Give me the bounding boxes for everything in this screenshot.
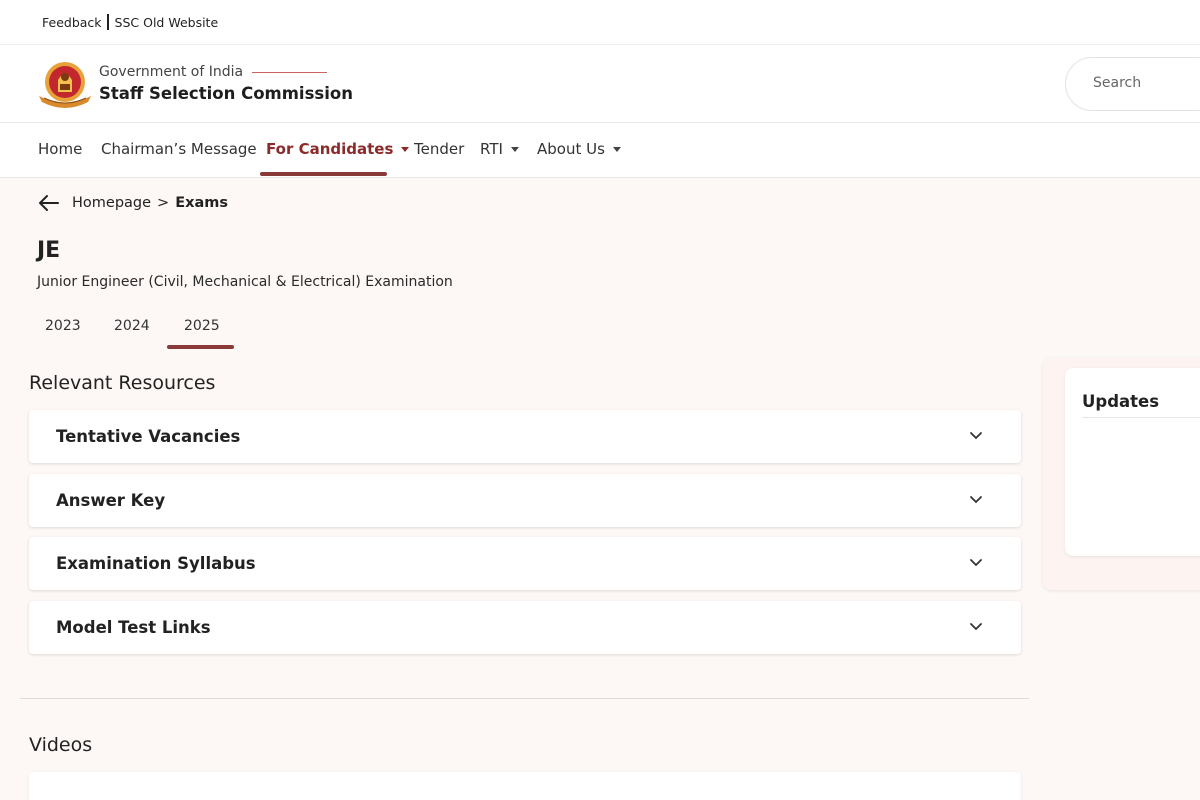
nav-item-about-us[interactable]: About Us xyxy=(537,140,621,158)
caret-down-icon xyxy=(401,146,410,152)
page-title: JE xyxy=(37,238,61,263)
tab-year-2023[interactable]: 2023 xyxy=(45,318,81,334)
top-bar: Feedback SSC Old Website xyxy=(0,0,1200,45)
page-subtitle: Junior Engineer (Civil, Mechanical & Ele… xyxy=(37,274,453,290)
caret-down-icon xyxy=(612,146,621,152)
chevron-down-icon[interactable] xyxy=(969,431,983,441)
chevron-down-icon[interactable] xyxy=(969,495,983,505)
back-arrow-icon[interactable] xyxy=(38,194,60,212)
ssc-old-website-link[interactable]: SSC Old Website xyxy=(115,15,219,30)
nav-item-label: Chairman’s Message xyxy=(101,140,257,158)
active-year-indicator xyxy=(167,345,234,349)
breadcrumb: Homepage > Exams xyxy=(38,194,228,212)
nav-item-label: About Us xyxy=(537,140,605,158)
videos-heading: Videos xyxy=(29,734,93,756)
nav-item-label: Tender xyxy=(414,140,465,158)
nav-item-label: RTI xyxy=(480,140,503,158)
accordion-answer-key[interactable]: Answer Key xyxy=(29,474,1021,527)
tab-year-2025[interactable]: 2025 xyxy=(184,318,220,334)
accordion-model-test-links[interactable]: Model Test Links xyxy=(29,601,1021,654)
nav-item-chairmans-message[interactable]: Chairman’s Message xyxy=(101,140,257,158)
breadcrumb-separator: > xyxy=(157,195,170,211)
accordion-label: Examination Syllabus xyxy=(56,554,256,573)
national-emblem-logo[interactable] xyxy=(36,58,94,112)
accordion-label: Answer Key xyxy=(56,491,166,510)
accordion-tentative-vacancies[interactable]: Tentative Vacancies xyxy=(29,410,1021,463)
breadcrumb-homepage-link[interactable]: Homepage xyxy=(72,195,151,211)
site-header: Government of India Staff Selection Comm… xyxy=(0,45,1200,123)
nav-item-rti[interactable]: RTI xyxy=(480,140,519,158)
gov-label-row: Government of India xyxy=(99,64,328,80)
caret-down-icon xyxy=(510,146,519,152)
chevron-down-icon[interactable] xyxy=(969,622,983,632)
updates-heading: Updates xyxy=(1082,392,1160,411)
updates-panel: Updates xyxy=(1065,368,1200,556)
top-links: Feedback SSC Old Website xyxy=(42,14,218,30)
top-link-divider xyxy=(106,14,109,30)
main-nav: Home Chairman’s Message For Candidates T… xyxy=(0,123,1200,178)
accordion-examination-syllabus[interactable]: Examination Syllabus xyxy=(29,537,1021,590)
search-input[interactable] xyxy=(1093,75,1200,91)
nav-item-tender[interactable]: Tender xyxy=(414,140,464,158)
nav-item-for-candidates[interactable]: For Candidates xyxy=(266,140,410,158)
breadcrumb-current: Exams xyxy=(175,195,228,211)
feedback-link[interactable]: Feedback xyxy=(42,15,102,30)
nav-item-home[interactable]: Home xyxy=(38,140,82,158)
chevron-down-icon[interactable] xyxy=(969,558,983,568)
accordion-label: Tentative Vacancies xyxy=(56,427,241,446)
section-divider xyxy=(20,698,1029,699)
tab-year-2024[interactable]: 2024 xyxy=(114,318,150,334)
gov-of-india-label: Government of India xyxy=(99,64,244,80)
accordion-label: Model Test Links xyxy=(56,618,211,637)
nav-item-label: For Candidates xyxy=(266,140,394,158)
decorative-line xyxy=(252,71,328,73)
relevant-resources-heading: Relevant Resources xyxy=(29,372,216,394)
active-nav-indicator xyxy=(260,172,387,176)
search-box[interactable] xyxy=(1065,57,1200,111)
org-name[interactable]: Staff Selection Commission xyxy=(99,84,353,103)
nav-item-label: Home xyxy=(38,140,83,158)
updates-divider xyxy=(1082,417,1200,418)
videos-panel xyxy=(29,772,1021,800)
